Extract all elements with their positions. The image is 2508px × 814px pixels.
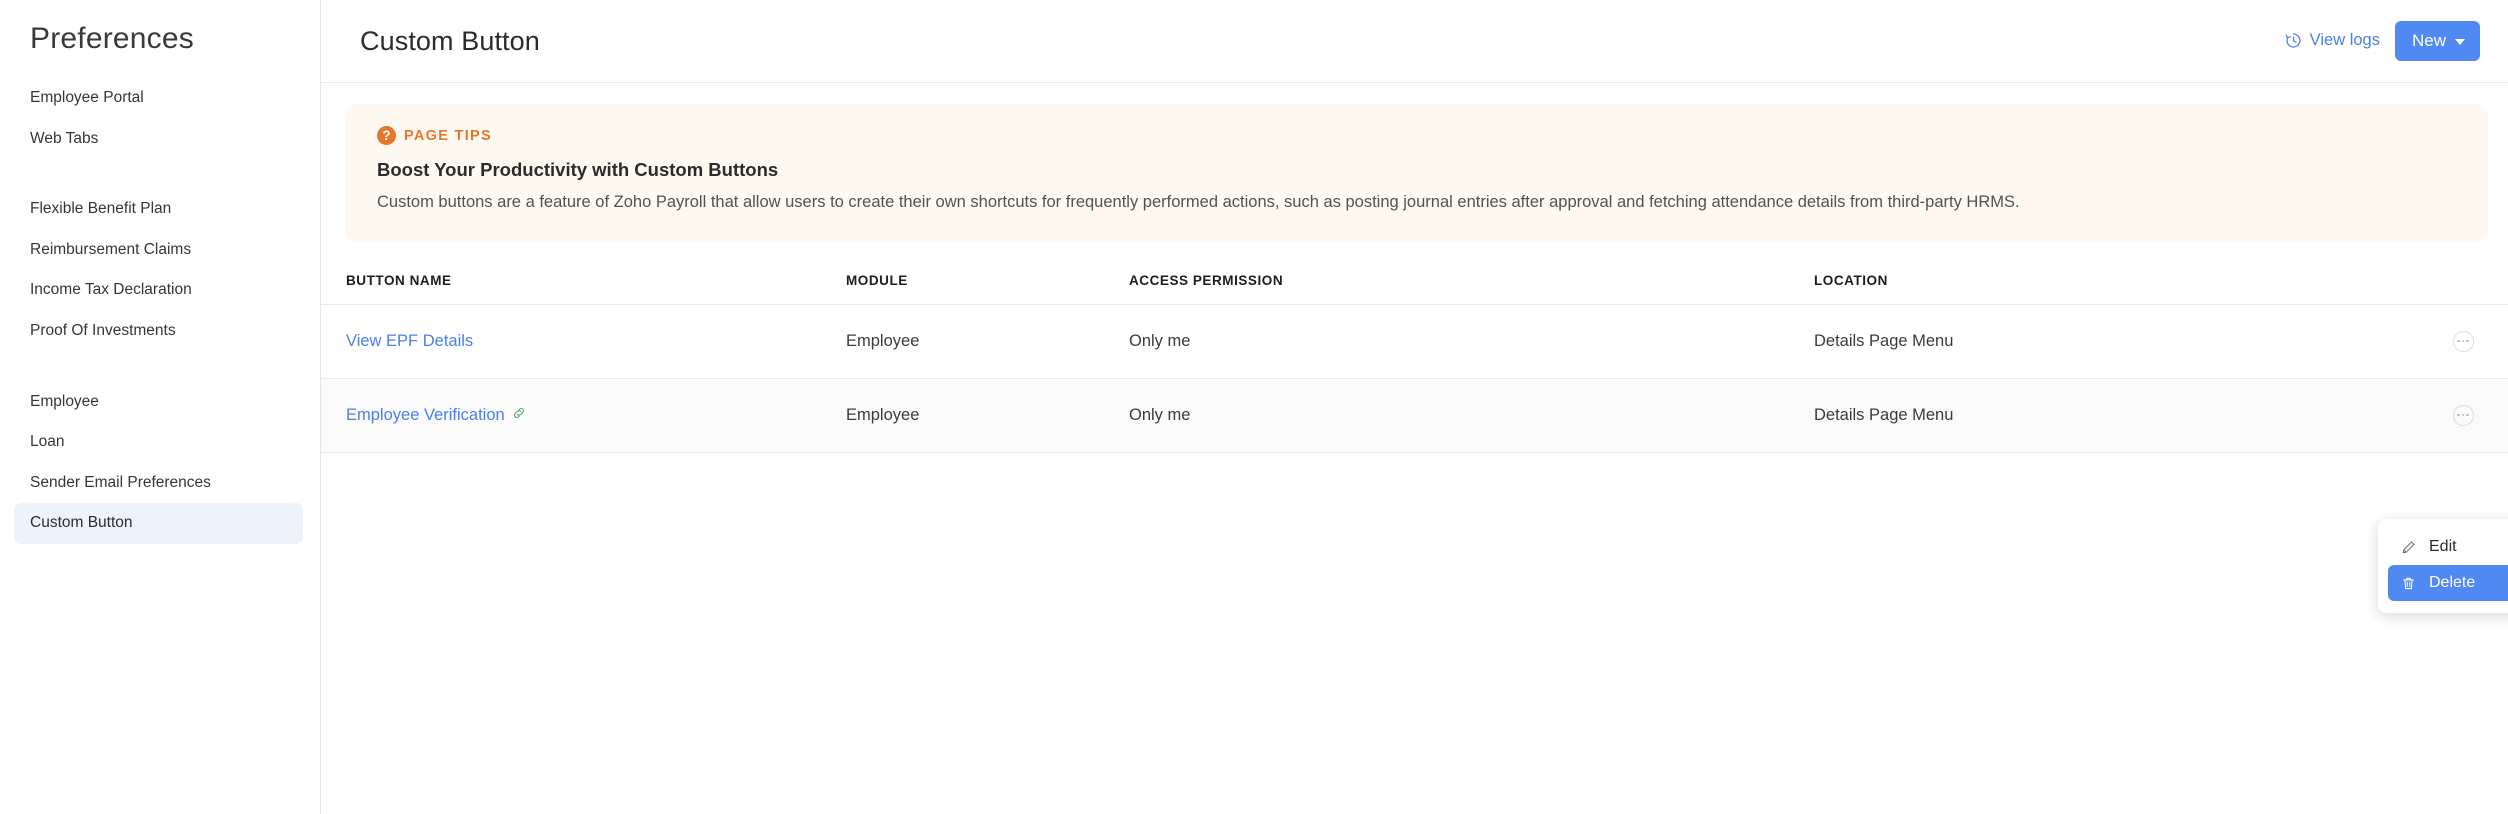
- view-logs-button[interactable]: View logs: [2282, 27, 2382, 54]
- header-actions: View logs New: [2282, 21, 2480, 61]
- sidebar-item-proof-of-investments[interactable]: Proof Of Investments: [14, 311, 303, 352]
- sidebar-item-flexible-benefit-plan[interactable]: Flexible Benefit Plan: [14, 189, 303, 230]
- cell-module: Employee: [846, 406, 1129, 425]
- question-mark-circle-icon: ?: [377, 126, 396, 145]
- app-root: Preferences Employee Portal Web Tabs Fle…: [0, 0, 2508, 814]
- column-header-location: LOCATION: [1814, 265, 2418, 304]
- new-button-label: New: [2412, 31, 2446, 51]
- page-tips-label: PAGE TIPS: [404, 128, 492, 144]
- button-name-label: Employee Verification: [346, 406, 505, 425]
- page-tips-header: ? PAGE TIPS: [377, 126, 2458, 145]
- column-header-module: MODULE: [846, 265, 1129, 304]
- page-tips-body: Custom buttons are a feature of Zoho Pay…: [377, 190, 2042, 216]
- column-header-actions: [2418, 265, 2508, 304]
- sidebar-item-sender-email-preferences[interactable]: Sender Email Preferences: [14, 463, 303, 504]
- page-header: Custom Button View logs New: [321, 0, 2508, 83]
- ellipsis-circle-icon[interactable]: [2453, 331, 2474, 352]
- view-logs-label: View logs: [2310, 31, 2380, 50]
- cell-actions: [2418, 405, 2508, 426]
- sidebar-item-income-tax-declaration[interactable]: Income Tax Declaration: [14, 270, 303, 311]
- cell-permission: Only me: [1129, 332, 1814, 351]
- button-name-link[interactable]: View EPF Details: [346, 332, 473, 351]
- sidebar-item-employee[interactable]: Employee: [14, 382, 303, 423]
- chevron-down-icon: [2455, 39, 2465, 45]
- column-header-access-permission: ACCESS PERMISSION: [1129, 265, 1814, 304]
- main-content: Custom Button View logs New: [321, 0, 2508, 814]
- button-name-link[interactable]: Employee Verification: [346, 406, 526, 425]
- sidebar-item-employee-portal[interactable]: Employee Portal: [14, 78, 303, 119]
- context-menu-item-delete[interactable]: Delete: [2388, 565, 2508, 601]
- ellipsis-circle-icon[interactable]: [2453, 405, 2474, 426]
- row-context-menu: Edit Delete: [2378, 519, 2508, 613]
- column-header-button-name: BUTTON NAME: [321, 265, 846, 304]
- page-tips-wrapper: ? PAGE TIPS Boost Your Productivity with…: [321, 83, 2508, 242]
- cell-permission: Only me: [1129, 406, 1814, 425]
- cell-button-name: Employee Verification: [321, 406, 846, 425]
- button-name-label: View EPF Details: [346, 332, 473, 351]
- cell-actions: [2418, 331, 2508, 352]
- sidebar-item-custom-button[interactable]: Custom Button: [14, 503, 303, 544]
- sidebar-title: Preferences: [0, 14, 320, 56]
- history-clock-icon: [2284, 31, 2303, 50]
- table-row[interactable]: View EPF Details Employee Only me Detail…: [321, 305, 2508, 379]
- sidebar-item-reimbursement-claims[interactable]: Reimbursement Claims: [14, 230, 303, 271]
- pencil-icon: [2400, 540, 2417, 555]
- sidebar: Preferences Employee Portal Web Tabs Fle…: [0, 0, 321, 814]
- chain-link-icon: [512, 406, 526, 425]
- table-row[interactable]: Employee Verification Employee Only me D…: [321, 379, 2508, 453]
- cell-location: Details Page Menu: [1814, 406, 2418, 425]
- new-button[interactable]: New: [2395, 21, 2480, 61]
- sidebar-group-benefits: Flexible Benefit Plan Reimbursement Clai…: [0, 189, 320, 351]
- page-title: Custom Button: [360, 26, 540, 57]
- cell-button-name: View EPF Details: [321, 332, 846, 351]
- cell-module: Employee: [846, 332, 1129, 351]
- trash-icon: [2400, 576, 2417, 591]
- page-tips-title: Boost Your Productivity with Custom Butt…: [377, 159, 2458, 181]
- context-menu-item-edit[interactable]: Edit: [2388, 529, 2508, 565]
- context-menu-label: Delete: [2429, 574, 2475, 592]
- sidebar-item-loan[interactable]: Loan: [14, 422, 303, 463]
- page-tips-banner: ? PAGE TIPS Boost Your Productivity with…: [345, 104, 2488, 242]
- sidebar-group-portal: Employee Portal Web Tabs: [0, 78, 320, 159]
- sidebar-item-web-tabs[interactable]: Web Tabs: [14, 119, 303, 160]
- sidebar-group-general: Employee Loan Sender Email Preferences C…: [0, 382, 320, 544]
- context-menu-label: Edit: [2429, 538, 2457, 556]
- cell-location: Details Page Menu: [1814, 332, 2418, 351]
- custom-buttons-table: BUTTON NAME MODULE ACCESS PERMISSION LOC…: [321, 265, 2508, 453]
- table-header-row: BUTTON NAME MODULE ACCESS PERMISSION LOC…: [321, 265, 2508, 305]
